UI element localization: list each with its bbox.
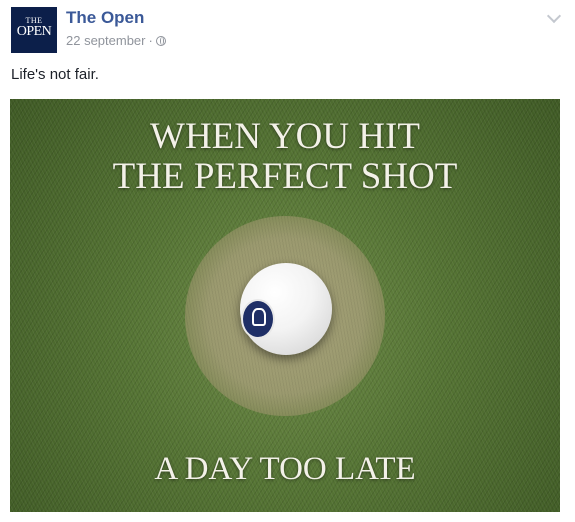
post-meta: 22 september ·	[66, 33, 166, 48]
image-bottom-line: A DAY TOO LATE	[154, 451, 416, 487]
post-caption: Life's not fair.	[11, 66, 99, 83]
image-headline-line1: WHEN YOU HIT	[150, 116, 420, 157]
avatar-text-open: OPEN	[16, 24, 52, 39]
chevron-down-icon[interactable]	[546, 8, 562, 24]
claret-jug-logo-icon	[241, 299, 275, 339]
meta-separator: ·	[148, 33, 153, 48]
facebook-post: THE OPEN The Open 22 september · Life's n…	[0, 0, 575, 522]
avatar[interactable]: THE OPEN	[11, 7, 57, 53]
image-headline-line2: THE PERFECT SHOT	[112, 156, 458, 197]
globe-icon	[155, 36, 166, 46]
post-photo[interactable]: WHEN YOU HIT THE PERFECT SHOT A DAY TOO …	[10, 99, 560, 512]
post-date-link[interactable]: 22 september	[66, 33, 146, 48]
page-name-link[interactable]: The Open	[66, 8, 144, 28]
